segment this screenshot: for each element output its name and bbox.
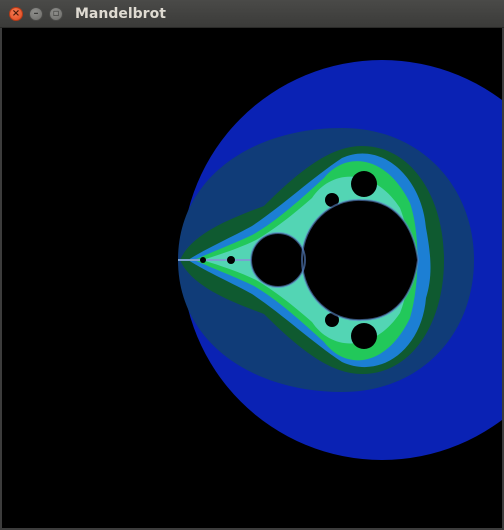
mini-bulb (200, 257, 206, 263)
close-button[interactable]: × (9, 7, 23, 21)
bulb-top (351, 171, 377, 197)
fractal-canvas[interactable] (0, 28, 504, 530)
bulb-bottom (351, 323, 377, 349)
mini-bulb (227, 256, 235, 264)
close-icon: × (11, 8, 21, 19)
maximize-icon: ▫ (52, 8, 60, 19)
mandelbrot-window: × – ▫ Mandelbrot (0, 0, 504, 530)
mandelbrot-image (178, 60, 502, 460)
maximize-button[interactable]: ▫ (49, 7, 63, 21)
minimize-button[interactable]: – (29, 7, 43, 21)
window-title: Mandelbrot (75, 6, 166, 22)
title-bar[interactable]: × – ▫ Mandelbrot (0, 0, 504, 28)
minimize-icon: – (33, 8, 39, 19)
